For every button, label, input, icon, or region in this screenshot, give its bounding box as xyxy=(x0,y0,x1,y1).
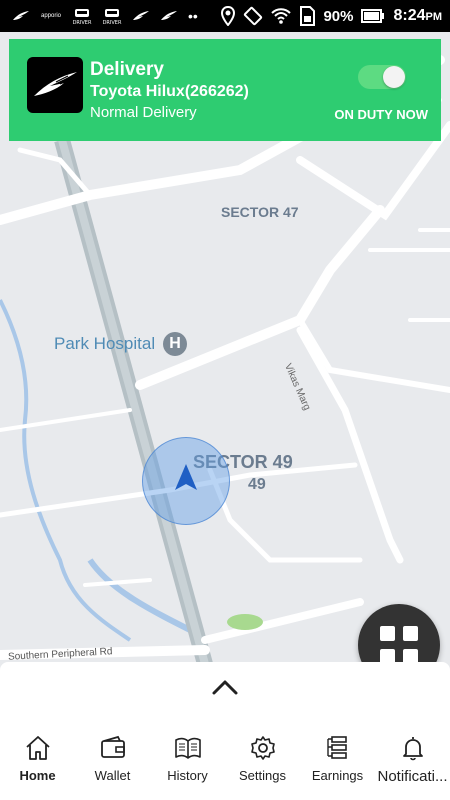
nav-label-wallet: Wallet xyxy=(94,768,131,783)
nav-item-wallet[interactable]: Wallet xyxy=(75,732,150,792)
nav-label-settings: Settings xyxy=(239,768,286,783)
nav-label-history: History xyxy=(167,768,208,783)
map-label-sector-49-number: 49 xyxy=(248,476,266,493)
wifi-icon xyxy=(271,7,292,25)
driver-car-icon: DRIVER xyxy=(72,7,92,25)
nav-item-home[interactable]: Home xyxy=(0,732,75,792)
toggle-knob xyxy=(383,66,405,88)
status-bar: apporio DRIVER DRIVER •• 90% 8:24PM xyxy=(0,0,450,32)
book-icon xyxy=(174,732,202,764)
duty-toggle[interactable] xyxy=(358,65,406,89)
location-icon xyxy=(221,6,236,26)
svg-text:DRIVER: DRIVER xyxy=(103,20,122,25)
app-logo-icon-3 xyxy=(160,10,178,22)
vehicle-name: Toyota Hilux(266262) xyxy=(90,83,249,100)
grid-icon xyxy=(380,626,418,664)
delivery-type: Normal Delivery xyxy=(90,104,197,121)
clock: 8:24PM xyxy=(393,7,442,24)
nav-item-notifications[interactable]: Notificati... xyxy=(375,732,450,792)
delivery-logo-icon xyxy=(27,57,83,113)
svg-text:DRIVER: DRIVER xyxy=(73,20,92,25)
battery-icon xyxy=(361,9,385,23)
wallet-icon xyxy=(99,732,127,764)
bell-icon xyxy=(399,732,427,764)
home-icon xyxy=(24,732,52,764)
nav-label-earnings: Earnings xyxy=(311,768,364,783)
nav-item-settings[interactable]: Settings xyxy=(225,732,300,792)
battery-percent: 90% xyxy=(323,7,354,25)
more-notifications-icon: •• xyxy=(188,8,198,24)
bottom-sheet: Home Wallet History Settings Earnings No… xyxy=(0,662,450,800)
hospital-icon[interactable]: H xyxy=(163,332,187,356)
sim-icon xyxy=(299,6,316,26)
service-title: Delivery xyxy=(90,59,164,80)
nav-label-notifications: Notificati... xyxy=(377,768,448,785)
nav-item-earnings[interactable]: Earnings xyxy=(300,732,375,792)
duty-status-label: ON DUTY NOW xyxy=(334,107,428,122)
nav-item-history[interactable]: History xyxy=(150,732,225,792)
gear-icon xyxy=(249,732,277,764)
rotate-icon xyxy=(243,6,263,26)
chevron-up-icon[interactable] xyxy=(211,678,239,701)
app-logo-icon-2 xyxy=(132,10,150,22)
driver-car-icon-2: DRIVER xyxy=(102,7,122,25)
map-label-park-hospital: Park Hospital xyxy=(54,334,156,353)
app-logo-icon xyxy=(12,10,30,22)
bottom-navigation: Home Wallet History Settings Earnings No… xyxy=(0,732,450,792)
delivery-card: Delivery Toyota Hilux(266262) Normal Del… xyxy=(9,39,441,141)
earnings-icon xyxy=(324,732,352,764)
apporio-icon: apporio xyxy=(40,13,61,19)
map-label-sector-47: SECTOR 47 xyxy=(221,204,299,220)
nav-label-home: Home xyxy=(19,768,56,783)
